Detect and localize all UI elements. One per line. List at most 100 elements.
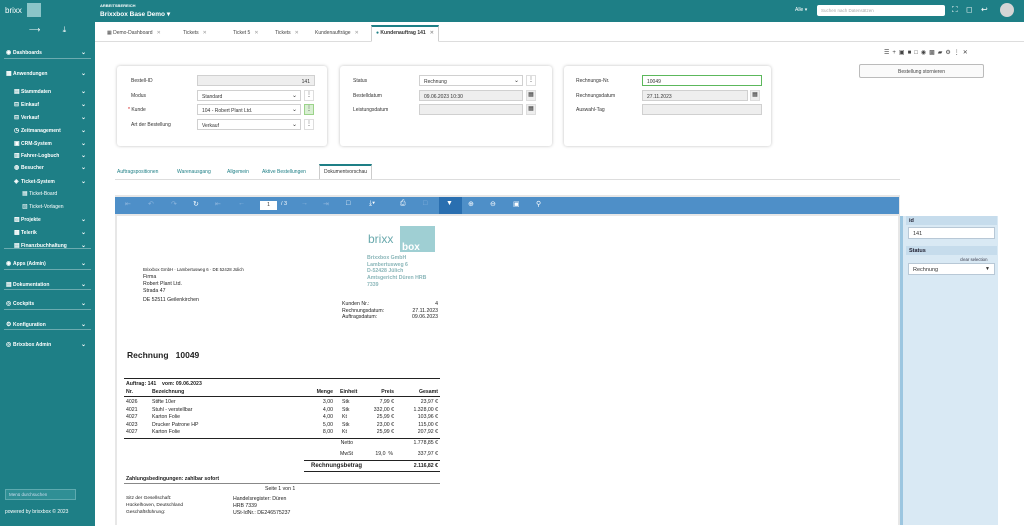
user-avatar[interactable] <box>1000 3 1014 17</box>
last-page-icon[interactable]: ⇥ <box>323 200 329 208</box>
kunde-select[interactable]: 104 - Robert Plant Ltd. ⌄ <box>197 104 301 115</box>
save-icon[interactable]: ▣ <box>899 50 908 56</box>
search-icon[interactable]: ⚲ <box>536 200 541 208</box>
first-page-icon[interactable]: ⇤ <box>215 200 221 208</box>
sidebar-item-projekte[interactable]: ▨ Projekte ⌄ <box>0 214 95 225</box>
subtab-warenausgang[interactable]: Warenausgang <box>177 169 211 175</box>
sidebar-item-ticket-board[interactable]: ▦ Ticket-Board <box>0 188 95 199</box>
sidebar-item-finanzbuchhaltung[interactable]: ▤ Finanzbuchhaltung ⌄ <box>0 240 95 251</box>
modus-select[interactable]: Standard ⌄ <box>197 90 301 101</box>
attachment-icon[interactable]: ▩ <box>929 50 938 56</box>
expand-icon[interactable]: ◻ <box>966 5 973 14</box>
cancel-order-button[interactable]: Bestellung stornieren <box>859 64 984 78</box>
bestelldatum-field[interactable]: 09.06.2023 10:30 <box>419 90 523 101</box>
rechnungsdatum-field[interactable]: 27.11.2023 <box>642 90 748 101</box>
sidebar-item-apps-admin[interactable]: ◉ Apps (Admin) ⌄ <box>0 258 95 269</box>
filter-button[interactable]: ▼ <box>439 197 462 214</box>
tab-tickets[interactable]: Tickets ✕ <box>179 27 211 42</box>
copy-icon[interactable]: □ <box>914 50 921 56</box>
subtab-dokumentvorschau[interactable]: Dokumentvorschau <box>319 164 373 179</box>
subtab-allgemein[interactable]: Allgemein <box>227 169 249 175</box>
prev-page-icon[interactable]: ← <box>238 200 245 207</box>
param-status-select[interactable]: Rechnung ▼ <box>908 263 995 275</box>
dashboard-icon: ◉ <box>6 50 12 56</box>
status-select[interactable]: Rechnung ⌄ <box>419 75 523 86</box>
sidebar-item-besucher[interactable]: ◍ Besucher ⌄ <box>0 162 95 173</box>
print-icon[interactable]: ⎙ <box>400 200 406 208</box>
sidebar-item-label: CRM-System <box>21 140 52 147</box>
zoom-out-icon[interactable]: ⊖ <box>490 200 496 208</box>
settings-icon[interactable]: ⚙ <box>945 50 953 56</box>
tab-kundenauftrag-141[interactable]: ● Kundenauftrag 141 ✕ <box>371 25 439 42</box>
first-page-icon[interactable]: ⇤ <box>125 200 131 208</box>
page-number-input[interactable]: 1 <box>260 201 277 210</box>
workspace-selector[interactable]: Brixxbox Base Demo ▾ <box>100 10 170 18</box>
pin-icon[interactable]: ⤓ <box>63 25 67 35</box>
calendar-icon[interactable]: ▦ <box>526 104 536 115</box>
sidebar-item-einkauf[interactable]: ⊟ Einkauf ⌄ <box>0 99 95 110</box>
sidebar-item-telerik[interactable]: ▩ Telerik ⌄ <box>0 227 95 238</box>
fullscreen-icon[interactable]: ⛶ <box>952 5 958 15</box>
refresh-icon[interactable]: ↻ <box>193 200 199 208</box>
sidebar-item-stammdaten[interactable]: ▤ Stammdaten ⌄ <box>0 86 95 97</box>
kunde-menu-button[interactable]: ⋮ <box>304 104 314 115</box>
sidebar-item-fahrer-logbuch[interactable]: ▥ Fahrer-Logbuch ⌄ <box>0 150 95 161</box>
rechnungs-nr-field[interactable]: 10049 <box>642 75 762 86</box>
zoom-in-icon[interactable]: ⊕ <box>468 200 474 208</box>
subtab-aktive-bestellungen[interactable]: Aktive Bestellungen <box>262 169 306 175</box>
sidebar-item-ticket-system[interactable]: ◈ Ticket-System ⌄ <box>0 176 95 187</box>
tab-icon: ▦ <box>107 30 112 36</box>
print-preview-icon[interactable]: □ <box>423 200 427 207</box>
tab-demo-dashboard[interactable]: ▦ Demo-Dashboard ✕ <box>103 27 165 42</box>
table-cell: 115,00 € <box>418 421 438 428</box>
comment-icon[interactable]: ◉ <box>921 50 929 56</box>
close-icon[interactable]: ✕ <box>254 30 258 36</box>
more-icon[interactable]: ⋮ <box>954 50 963 56</box>
sidebar-item-cockpits[interactable]: ◎ Cockpits ⌄ <box>0 298 95 309</box>
param-id-input[interactable]: 141 <box>908 227 995 239</box>
admin-icon: ◎ <box>6 342 12 348</box>
calendar-icon[interactable]: ▦ <box>750 90 760 101</box>
mwst-label: MwSt <box>340 451 353 457</box>
sidebar-item-dashboards[interactable]: ◉ Dashboards ⌄ <box>0 47 95 58</box>
calendar-icon[interactable]: ▦ <box>526 90 536 101</box>
back-arrow-icon[interactable]: ⟶ <box>29 25 40 34</box>
chevron-down-icon: ⌄ <box>291 122 297 128</box>
sidebar-item-brixxbox-admin[interactable]: ◎ Brixxbox Admin ⌄ <box>0 339 95 350</box>
search-scope-dropdown[interactable]: Alle ▾ <box>795 7 807 13</box>
back-icon[interactable]: ↶ <box>148 200 154 208</box>
tab-ticket-5[interactable]: Ticket 5 ✕ <box>229 27 263 42</box>
status-menu-button[interactable]: ⋮ <box>526 75 536 86</box>
sidebar-item-crm-system[interactable]: ▣ CRM-System ⌄ <box>0 138 95 149</box>
sidebar-item-zeitmanagement[interactable]: ◷ Zeitmanagement ⌄ <box>0 125 95 136</box>
close-icon[interactable]: ✕ <box>203 30 207 36</box>
menu-search-input[interactable]: Menü durchsuchen <box>5 489 76 500</box>
next-page-icon[interactable]: → <box>301 200 308 207</box>
subtab-auftragspositionen[interactable]: Auftragspositionen <box>117 169 158 175</box>
leistungsdatum-field[interactable] <box>419 104 523 115</box>
auswahl-tag-field[interactable] <box>642 104 762 115</box>
close-icon[interactable]: ✕ <box>157 30 161 36</box>
close-icon[interactable]: ✕ <box>355 30 359 36</box>
fit-page-icon[interactable]: ▣ <box>513 200 520 208</box>
sidebar-item-verkauf[interactable]: ⊟ Verkauf ⌄ <box>0 112 95 123</box>
sidebar-item-ticket-vorlagen[interactable]: ▧ Ticket-Vorlagen <box>0 201 95 212</box>
close-icon[interactable]: ✕ <box>295 30 299 36</box>
forward-icon[interactable]: ↷ <box>171 200 177 208</box>
art-menu-button[interactable]: ⋮ <box>304 119 314 130</box>
global-search-input[interactable]: Suchen nach Datensätzen <box>817 5 945 16</box>
close-icon[interactable]: ✕ <box>963 50 971 56</box>
tab-kundenauftraege[interactable]: Kundenaufträge ✕ <box>311 27 363 42</box>
logout-icon[interactable]: ↩ <box>981 5 988 14</box>
close-icon[interactable]: ✕ <box>430 30 434 36</box>
chevron-down-icon: ⌄ <box>80 50 86 56</box>
doc-logo-sub: box <box>402 242 420 253</box>
sidebar-item-anwendungen[interactable]: ▦ Anwendungen ⌄ <box>0 68 95 79</box>
modus-menu-button[interactable]: ⋮ <box>304 90 314 101</box>
art-select[interactable]: Verkauf ⌄ <box>197 119 301 130</box>
export-icon[interactable]: ⤓▾ <box>369 200 375 208</box>
brixxbox-logo[interactable]: brixx <box>5 3 45 17</box>
document-icon[interactable]: □ <box>346 200 350 207</box>
clear-selection-link[interactable]: clear selection <box>960 257 987 262</box>
tab-tickets-2[interactable]: Tickets ✕ <box>271 27 303 42</box>
